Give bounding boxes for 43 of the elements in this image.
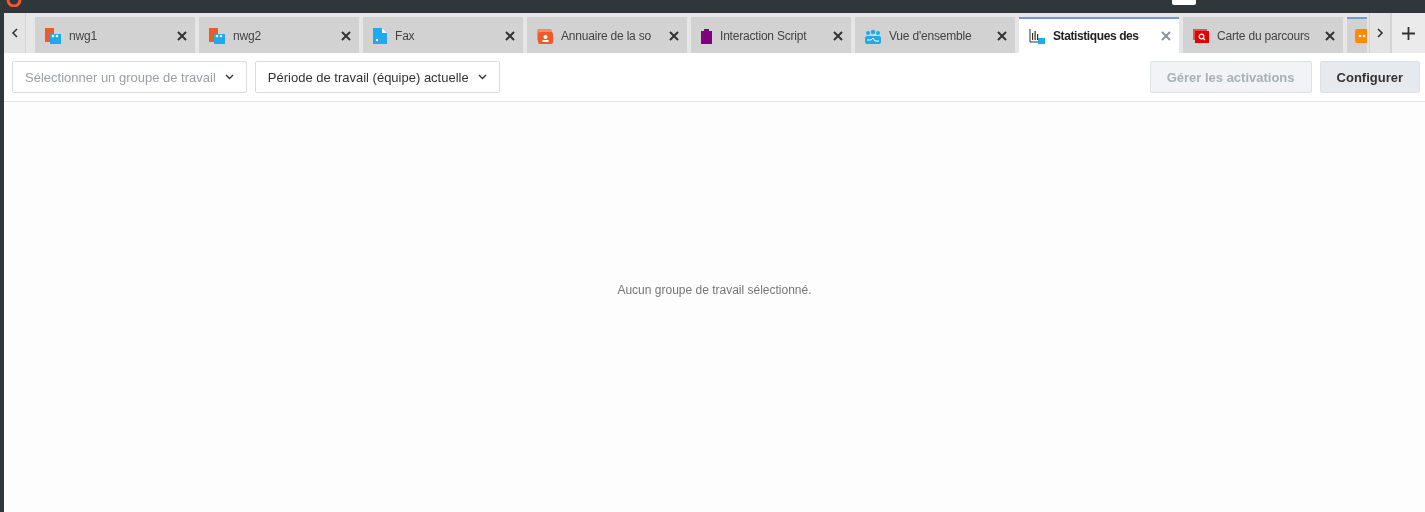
tab-label: nwg1 [69, 29, 98, 43]
plus-icon [1402, 26, 1415, 40]
chevron-left-icon [10, 28, 19, 38]
tab-label: Fax [395, 29, 416, 43]
tab-label: nwg2 [233, 29, 262, 43]
logo-icon [6, 0, 22, 7]
scroll-right-button[interactable] [1369, 13, 1391, 53]
tab-label: Carte du parcours [1217, 29, 1311, 43]
tab[interactable]: Annuaire de la so [527, 17, 687, 53]
tab-label: Vue d'ensemble [889, 29, 973, 43]
tab[interactable]: Fax [363, 17, 523, 53]
workgroup-icon [209, 28, 225, 44]
empty-message: Aucun groupe de travail sélectionné. [617, 283, 812, 297]
tab-label: Statistiques des [1053, 29, 1140, 43]
team-icon [865, 28, 881, 44]
tab[interactable]: Interaction Script [691, 17, 851, 53]
period-dropdown[interactable]: Période de travail (équipe) actuelle [254, 61, 500, 93]
close-icon[interactable] [505, 31, 515, 41]
close-icon[interactable] [1325, 31, 1335, 41]
chat-icon [1355, 29, 1367, 43]
chevron-down-icon [477, 74, 487, 80]
close-icon[interactable] [833, 31, 843, 41]
add-tab-button[interactable] [1391, 13, 1425, 53]
chevron-right-icon [1376, 28, 1384, 38]
workgroup-icon [45, 28, 61, 44]
tab[interactable]: nwg1 [35, 17, 195, 53]
toolbar-button[interactable]: Configurer [1319, 61, 1420, 93]
tab-label: Interaction Script [720, 29, 808, 43]
bar-chart-icon [1029, 28, 1045, 44]
clipboard-icon [701, 28, 712, 44]
search-map-icon [1193, 29, 1209, 43]
close-icon[interactable] [177, 31, 187, 41]
tab[interactable]: Vue d'ensemble [855, 17, 1015, 53]
close-icon[interactable] [341, 31, 351, 41]
document-icon [373, 28, 387, 44]
chevron-down-icon [224, 74, 234, 80]
tab[interactable]: Statistiques des [1019, 17, 1179, 53]
contact-card-icon [537, 28, 553, 44]
tab[interactable]: nwg2 [199, 17, 359, 53]
tab[interactable]: Carte du parcours [1183, 17, 1343, 53]
close-icon[interactable] [669, 31, 679, 41]
close-icon[interactable] [997, 31, 1007, 41]
tab-label: Annuaire de la so [561, 29, 652, 43]
